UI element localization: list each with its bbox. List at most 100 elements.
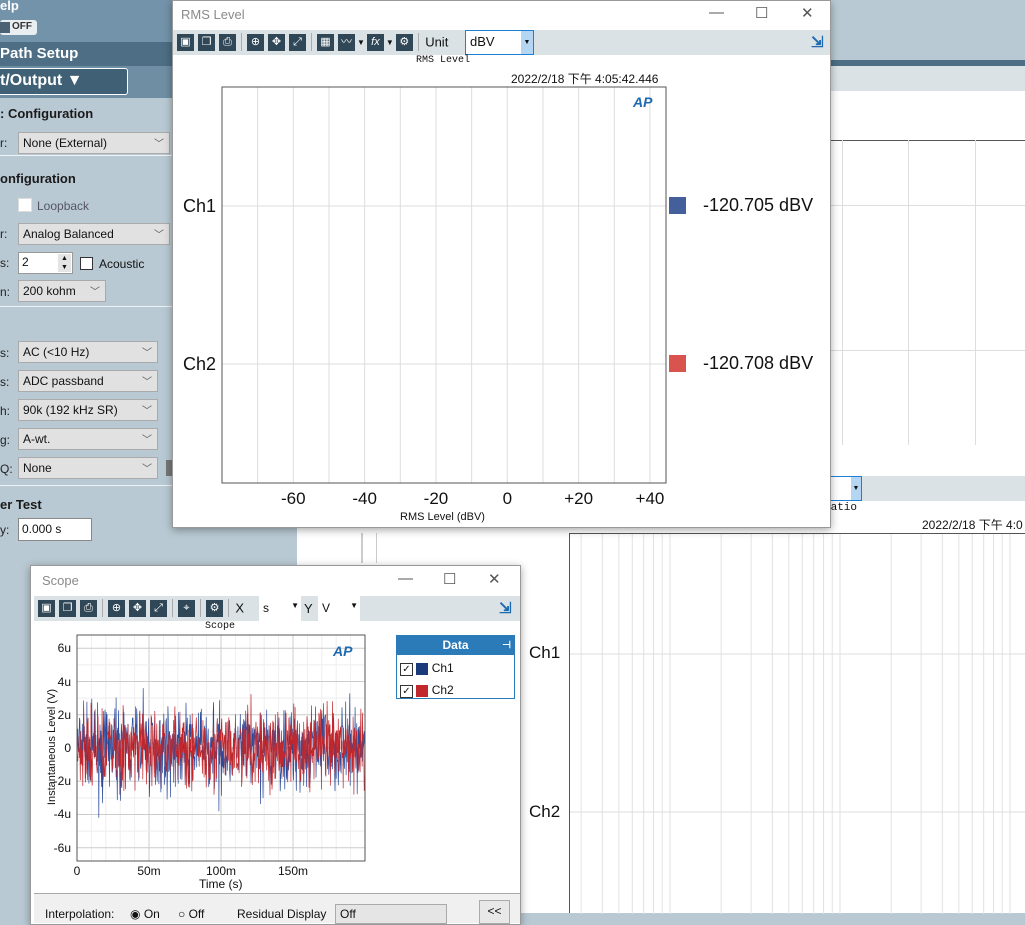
rms-level-window[interactable]: RMS Level — ☐ ✕ ▣ ❐ ⎙ ⊕ ✥ ⤢ ▦ 〰 ▼ fx ▼ ⚙ Unit dBV ▼ … xyxy=(172,0,831,528)
x-tick-label: 100m xyxy=(205,864,237,878)
loopback-label: Loopback xyxy=(37,199,90,213)
channels-stepper[interactable]: 2 ▲ ▼ xyxy=(18,252,73,274)
chevron-down-icon: ﹀ xyxy=(142,464,152,475)
y-tick-label: -4u xyxy=(53,807,71,822)
plot-frame xyxy=(221,86,667,484)
pin-icon[interactable]: ⊣ xyxy=(502,636,511,655)
x-axis-label: Time (s) xyxy=(199,877,243,891)
weighting-label: g: xyxy=(0,433,11,447)
residual-select[interactable]: Off xyxy=(335,904,447,924)
output-label: r: xyxy=(0,136,8,150)
stepper-arrows-icon[interactable]: ▲ ▼ xyxy=(58,254,71,272)
ch1-checkbox[interactable]: ✓ xyxy=(400,663,413,676)
scope-window[interactable]: Scope — ☐ ✕ ▣ ❐ ⎙ ⊕ ✥ ⤢ ⌖ ⚙ X s ▼ Y V ▼ ⇲ Scope A… xyxy=(30,565,521,925)
scope-options-bar: Interpolation: ◉ On ○ Off Residual Displ… xyxy=(34,893,520,924)
impedance-select[interactable]: 200 kohm ﹀ xyxy=(18,280,106,302)
ch2-checkbox[interactable]: ✓ xyxy=(400,685,413,698)
rms-level-chart[interactable] xyxy=(173,1,830,527)
coupling-value: AC (<10 Hz) xyxy=(23,345,90,359)
acoustic-checkbox[interactable] xyxy=(80,257,93,270)
connector-label: r: xyxy=(0,227,8,241)
x-tick-label: 0 xyxy=(73,864,81,878)
row-label-ch1: Ch1 xyxy=(183,196,217,216)
background-graph-window[interactable] xyxy=(830,60,1025,445)
ap-logo: AP xyxy=(333,643,353,659)
ch1-swatch xyxy=(669,197,686,214)
x-tick-label: -20 xyxy=(423,489,449,508)
y-tick-label: 6u xyxy=(57,641,71,656)
dropdown-arrow-icon[interactable]: ▼ xyxy=(851,477,861,500)
timestamp: 2022/2/18 下午 4:0 xyxy=(922,518,1023,532)
on-label: On xyxy=(143,907,160,921)
ratio-plot-area[interactable] xyxy=(550,533,1025,914)
x-tick-label: +20 xyxy=(564,489,594,508)
y-tick-label: -6u xyxy=(53,840,71,855)
bandwidth-value: 90k (192 kHz SR) xyxy=(23,403,118,417)
row-label-ch2: Ch2 xyxy=(183,354,217,374)
bandwidth-select[interactable]: 90k (192 kHz SR) ﹀ xyxy=(18,399,158,421)
impedance-value: 200 kohm xyxy=(23,284,76,298)
output-config-heading: : Configuration xyxy=(0,106,94,121)
weighting-select[interactable]: A-wt. ﹀ xyxy=(18,428,158,450)
filters-select[interactable]: ADC passband ﹀ xyxy=(18,370,158,392)
row-label-ch1: Ch1 xyxy=(529,643,561,662)
menu-help[interactable]: elp xyxy=(0,0,19,13)
channels-value: 2 xyxy=(22,255,29,269)
coupling-label: s: xyxy=(0,346,10,360)
x-axis-label: RMS Level (dBV) xyxy=(400,511,485,523)
chevron-down-icon: ﹀ xyxy=(142,377,152,388)
input-config-heading: onfiguration xyxy=(0,171,76,186)
ap-logo: AP xyxy=(633,94,653,110)
connector-value: Analog Balanced xyxy=(23,227,114,241)
interpolation-off-radio[interactable]: ○ Off xyxy=(178,907,204,921)
x-tick-label: 150m xyxy=(277,864,309,878)
y-tick-label: 2u xyxy=(57,707,71,722)
divider xyxy=(0,306,175,307)
bandwidth-label: h: xyxy=(0,404,11,418)
loopback-checkbox[interactable] xyxy=(18,198,32,212)
y-tick-label: 0 xyxy=(64,741,71,755)
y-tick-label: -2u xyxy=(53,774,71,789)
connector-select[interactable]: Analog Balanced ﹀ xyxy=(18,223,170,245)
x-tick-label: -40 xyxy=(352,489,377,508)
filters-label: s: xyxy=(0,375,10,389)
toggle-label: OFF xyxy=(12,21,32,32)
data-legend: Data ⊣ ✓ Ch1 ✓ Ch2 xyxy=(396,635,515,699)
y-tick-label: 4u xyxy=(57,674,71,689)
legend-item-ch2[interactable]: ✓ Ch2 xyxy=(397,681,514,699)
power-toggle[interactable]: OFF xyxy=(0,20,37,35)
collapse-button[interactable]: << xyxy=(479,900,510,924)
interpolation-on-radio[interactable]: ◉ On xyxy=(130,907,160,921)
x-tick-label: -60 xyxy=(281,489,306,508)
eq-label: Q: xyxy=(0,462,13,476)
ch2-label: Ch2 xyxy=(431,683,454,697)
scope-chart[interactable] xyxy=(31,566,520,896)
filters-value: ADC passband xyxy=(23,374,104,388)
divider xyxy=(0,485,175,486)
ch2-swatch xyxy=(669,355,686,372)
delay-input[interactable]: 0.000 s xyxy=(18,518,92,541)
weighting-value: A-wt. xyxy=(23,432,51,446)
output-select[interactable]: None (External) ﹀ xyxy=(18,132,170,154)
x-tick-label: 0 xyxy=(502,489,513,508)
ch1-readout: -120.705 dBV xyxy=(703,195,814,215)
chevron-down-icon: ﹀ xyxy=(154,139,164,150)
ch1-swatch xyxy=(416,662,429,675)
coupling-select[interactable]: AC (<10 Hz) ﹀ xyxy=(18,341,158,363)
eq-select[interactable]: None ﹀ xyxy=(18,457,158,479)
x-tick-label: +40 xyxy=(635,489,665,508)
output-value: None (External) xyxy=(23,136,108,150)
ch1-label: Ch1 xyxy=(431,661,454,675)
row-label-ch2: Ch2 xyxy=(529,802,561,821)
legend-title: Data xyxy=(442,638,469,652)
ch2-readout: -120.708 dBV xyxy=(703,353,814,373)
delay-label: y: xyxy=(0,523,10,537)
chevron-down-icon: ﹀ xyxy=(142,406,152,417)
io-selector[interactable]: t/Output ▼ xyxy=(0,68,128,95)
legend-item-ch1[interactable]: ✓ Ch1 xyxy=(397,655,514,681)
eq-value: None xyxy=(23,461,52,475)
residual-label: Residual Display xyxy=(237,907,327,921)
x-tick-label: 50m xyxy=(137,864,161,878)
acoustic-label: Acoustic xyxy=(99,257,145,271)
impedance-label: n: xyxy=(0,285,11,299)
